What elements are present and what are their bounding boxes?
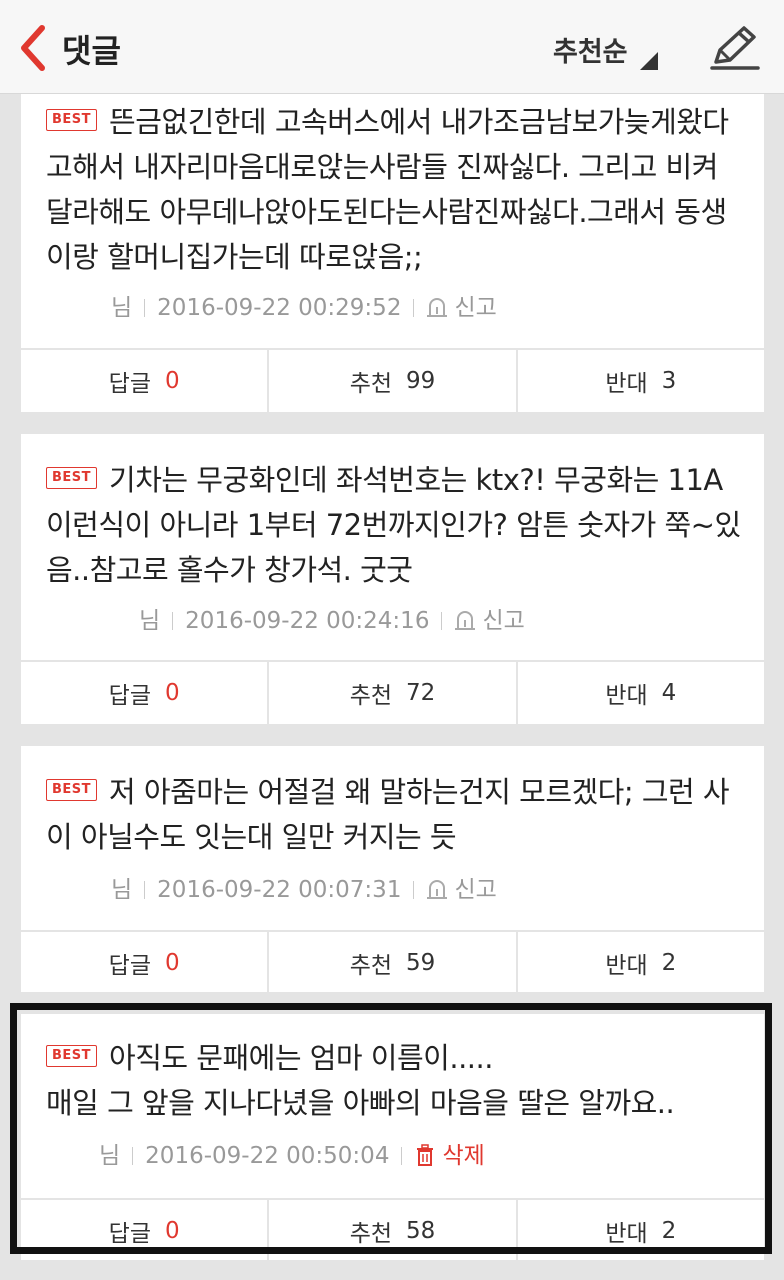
oppose-label: 반대 <box>605 1221 648 1247</box>
reply-count: 0 <box>165 680 180 706</box>
comment-body: BEST 아직도 문패에는 엄마 이름이..... 매일 그 앞을 지나다녔을 아… <box>46 1036 744 1126</box>
oppose-label: 반대 <box>605 683 648 709</box>
reply-count: 0 <box>165 1218 180 1244</box>
report-label: 신고 <box>454 877 497 903</box>
comment-actions: 답글 0 추천 59 반대 2 <box>21 930 764 994</box>
divider <box>413 880 415 899</box>
oppose-label: 반대 <box>605 371 648 397</box>
comment-body: BEST 기차는 무궁화인데 좌석번호는 ktx?! 무궁화는 11A 이런식이 … <box>46 458 744 593</box>
recommend-label: 추천 <box>349 371 393 397</box>
divider <box>144 880 146 899</box>
oppose-count: 4 <box>661 680 677 706</box>
oppose-count: 3 <box>661 368 677 394</box>
best-badge: BEST <box>46 1045 98 1067</box>
oppose-button[interactable]: 반대 2 <box>515 1200 764 1262</box>
recommend-label: 추천 <box>349 683 393 709</box>
reply-label: 답글 <box>108 953 151 979</box>
reply-count: 0 <box>165 368 180 394</box>
comment-date: 2016-09-22 00:29:52 <box>157 295 402 321</box>
reply-button[interactable]: 답글 0 <box>21 932 267 994</box>
sort-dropdown[interactable]: 추천순 <box>553 30 628 69</box>
dropdown-triangle-icon[interactable] <box>640 52 658 70</box>
comment-meta: 님 2016-09-22 00:07:31 신고 <box>111 870 497 904</box>
siren-icon <box>455 610 476 630</box>
recommend-button[interactable]: 추천 58 <box>267 1200 515 1262</box>
author-suffix: 님 <box>99 1143 121 1169</box>
back-chevron-icon[interactable] <box>16 24 50 72</box>
comment-meta: 님 2016-09-22 00:29:52 신고 <box>111 288 497 322</box>
oppose-button[interactable]: 반대 3 <box>515 350 764 412</box>
reply-label: 답글 <box>108 1221 151 1247</box>
report-label: 신고 <box>482 608 525 634</box>
comment-actions: 답글 0 추천 58 반대 2 <box>21 1198 764 1262</box>
reply-count: 0 <box>165 950 180 976</box>
report-button[interactable]: 신고 <box>426 877 497 903</box>
recommend-count: 59 <box>406 950 436 976</box>
author-suffix: 님 <box>111 295 133 321</box>
comment-date: 2016-09-22 00:24:16 <box>185 608 430 634</box>
best-badge: BEST <box>46 109 98 131</box>
recommend-button[interactable]: 추천 72 <box>267 662 515 724</box>
delete-button[interactable]: 삭제 <box>414 1143 485 1169</box>
oppose-count: 2 <box>661 950 677 976</box>
comment-body: BEST 저 아줌마는 어절걸 왜 말하는건지 모르겠다; 그런 사이 아닐수도 … <box>46 770 744 860</box>
comment-card: BEST 저 아줌마는 어절걸 왜 말하는건지 모르겠다; 그런 사이 아닐수도 … <box>21 746 764 994</box>
comment-date: 2016-09-22 00:50:04 <box>145 1143 390 1169</box>
comment-body: BEST 뜬금없긴한데 고속버스에서 내가조금남보가늦게왔다고해서 내자리마음대로… <box>46 100 744 280</box>
siren-icon <box>427 297 448 317</box>
oppose-button[interactable]: 반대 4 <box>515 662 764 724</box>
recommend-count: 58 <box>406 1218 436 1244</box>
comment-text: 뜬금없긴한데 고속버스에서 내가조금남보가늦게왔다고해서 내자리마음대로앉는사람… <box>46 105 729 274</box>
comment-card: BEST 뜬금없긴한데 고속버스에서 내가조금남보가늦게왔다고해서 내자리마음대로… <box>21 94 764 412</box>
reply-button[interactable]: 답글 0 <box>21 350 267 412</box>
comment-text: 기차는 무궁화인데 좌석번호는 ktx?! 무궁화는 11A 이런식이 아니라 … <box>46 463 741 587</box>
divider <box>401 1146 403 1165</box>
recommend-count: 72 <box>406 680 436 706</box>
page-title: 댓글 <box>62 32 121 70</box>
comment-text-line-2: 매일 그 앞을 지나다녔을 아빠의 마음을 딸은 알까요.. <box>46 1086 675 1120</box>
recommend-label: 추천 <box>349 1221 393 1247</box>
recommend-label: 추천 <box>349 953 393 979</box>
comment-card: BEST 기차는 무궁화인데 좌석번호는 ktx?! 무궁화는 11A 이런식이 … <box>21 434 764 724</box>
recommend-button[interactable]: 추천 59 <box>267 932 515 994</box>
write-pencil-icon[interactable] <box>706 24 762 72</box>
divider <box>441 611 443 630</box>
reply-label: 답글 <box>108 371 151 397</box>
report-button[interactable]: 신고 <box>454 608 525 634</box>
reply-button[interactable]: 답글 0 <box>21 1200 267 1262</box>
trash-icon <box>417 1143 434 1166</box>
divider <box>132 1146 134 1165</box>
author-suffix: 님 <box>139 608 161 634</box>
oppose-label: 반대 <box>605 953 648 979</box>
comment-text: 저 아줌마는 어절걸 왜 말하는건지 모르겠다; 그런 사이 아닐수도 잇는대 … <box>46 775 730 854</box>
recommend-button[interactable]: 추천 99 <box>267 350 515 412</box>
comment-actions: 답글 0 추천 72 반대 4 <box>21 660 764 724</box>
reply-label: 답글 <box>108 683 151 709</box>
oppose-count: 2 <box>661 1218 677 1244</box>
best-badge: BEST <box>46 467 98 489</box>
author-suffix: 님 <box>111 877 133 903</box>
siren-icon <box>427 879 448 899</box>
comment-meta: 님 2016-09-22 00:24:16 신고 <box>139 601 525 635</box>
best-badge: BEST <box>46 779 98 801</box>
comment-actions: 답글 0 추천 99 반대 3 <box>21 348 764 412</box>
report-label: 신고 <box>454 295 497 321</box>
delete-label: 삭제 <box>442 1143 485 1169</box>
recommend-count: 99 <box>406 368 436 394</box>
oppose-button[interactable]: 반대 2 <box>515 932 764 994</box>
comment-meta: 님 2016-09-22 00:50:04 삭제 <box>99 1136 485 1170</box>
comment-date: 2016-09-22 00:07:31 <box>157 877 402 903</box>
divider <box>172 611 174 630</box>
report-button[interactable]: 신고 <box>426 295 497 321</box>
divider <box>413 298 415 317</box>
top-bar: 댓글 추천순 <box>0 0 784 94</box>
divider <box>144 298 146 317</box>
reply-button[interactable]: 답글 0 <box>21 662 267 724</box>
comment-text-line-1: 아직도 문패에는 엄마 이름이..... <box>109 1041 493 1075</box>
my-comment-card: BEST 아직도 문패에는 엄마 이름이..... 매일 그 앞을 지나다녔을 아… <box>21 1014 764 1262</box>
